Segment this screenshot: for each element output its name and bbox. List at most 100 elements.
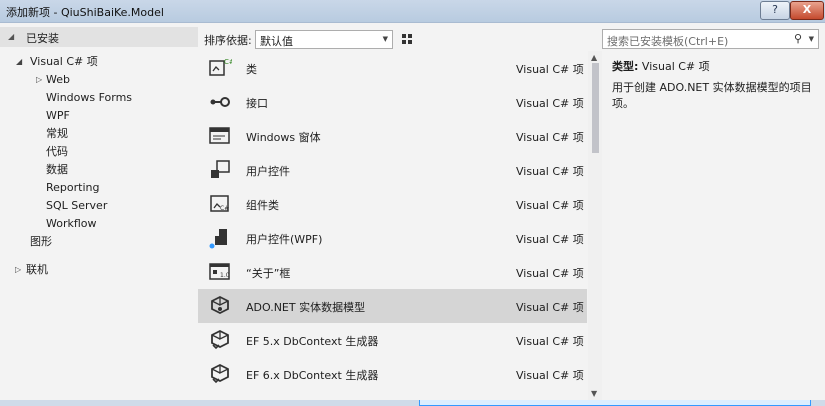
- tree-item-label: 图形: [30, 235, 52, 248]
- window-title: 添加新项 - QiuShiBaiKe.Model: [6, 6, 164, 19]
- template-row[interactable]: EF 5.x DbContext 生成器 Visual C# 项: [198, 323, 587, 357]
- tree-item-label: Visual C# 项: [30, 55, 98, 68]
- search-box[interactable]: 搜索已安装模板(Ctrl+E) ⚲ ▼: [602, 29, 819, 49]
- tree-item-label: Windows Forms: [46, 91, 133, 104]
- search-icon[interactable]: ⚲: [794, 32, 802, 45]
- template-row[interactable]: 接口 Visual C# 项: [198, 85, 587, 119]
- template-name: EF 5.x DbContext 生成器: [246, 335, 379, 348]
- close-button[interactable]: X: [790, 1, 824, 20]
- chevron-down-icon[interactable]: ▼: [809, 35, 814, 43]
- collapse-icon[interactable]: ◢: [16, 53, 22, 71]
- template-type: Visual C# 项: [516, 63, 584, 76]
- tree-item[interactable]: Windows Forms: [0, 89, 198, 107]
- template-name: “关于”框: [246, 267, 291, 280]
- tree-item-label: 联机: [26, 263, 48, 276]
- tree-item[interactable]: ▷ 联机: [0, 261, 198, 279]
- details-pane: 搜索已安装模板(Ctrl+E) ⚲ ▼ 类型: Visual C# 项 用于创建…: [602, 23, 825, 400]
- tree-item-label: Web: [46, 73, 70, 86]
- tree-item[interactable]: ◢ Visual C# 项: [0, 53, 198, 71]
- template-description: 用于创建 ADO.NET 实体数据模型的项目项。: [612, 81, 812, 110]
- tree-item[interactable]: WPF: [0, 107, 198, 125]
- template-row[interactable]: 用户控件(WPF) Visual C# 项: [198, 221, 587, 255]
- tree-item[interactable]: SQL Server: [0, 197, 198, 215]
- class-icon: C#: [208, 57, 235, 79]
- tree-item-label: WPF: [46, 109, 70, 122]
- template-name: Windows 窗体: [246, 131, 321, 144]
- template-row[interactable]: 用户控件 Visual C# 项: [198, 153, 587, 187]
- small-icons-view-button[interactable]: [398, 30, 417, 49]
- interface-icon: [208, 91, 232, 113]
- type-value: Visual C# 项: [641, 60, 710, 73]
- template-name: ADO.NET 实体数据模型: [246, 301, 366, 314]
- template-row[interactable]: EF 6.x DbContext 生成器 Visual C# 项: [198, 357, 587, 391]
- entity-model-icon: [208, 295, 232, 317]
- expand-icon[interactable]: ▷: [15, 261, 21, 279]
- windows-form-icon: [208, 125, 232, 147]
- user-control-icon: [208, 159, 232, 181]
- installed-label: 已安装: [26, 32, 59, 45]
- wpf-user-control-icon: [208, 227, 232, 249]
- tree-item-label: 常规: [46, 127, 68, 140]
- chevron-down-icon: ▼: [382, 35, 388, 43]
- template-row[interactable]: ADO.NET 实体数据模型 Visual C# 项: [198, 289, 587, 323]
- template-category-pane: ◢ 已安装 ◢ Visual C# 项 ▷ Web Windows Forms WPF 常规…: [0, 23, 198, 400]
- sort-toolbar: 排序依据: 默认值 ▼: [198, 27, 811, 406]
- tree-item[interactable]: 数据: [0, 161, 198, 179]
- template-list: C#类Visual C# 项接口Visual C# 项Windows 窗体Vis…: [198, 51, 588, 400]
- dbcontext-generator-icon: [208, 329, 232, 351]
- tree-item-label: 数据: [46, 163, 68, 176]
- scroll-up-icon[interactable]: ▲: [591, 53, 597, 62]
- template-name: 用户控件: [246, 165, 290, 178]
- template-name: 接口: [246, 97, 268, 110]
- scroll-down-icon[interactable]: ▼: [591, 389, 597, 398]
- template-row[interactable]: C# 类 Visual C# 项: [198, 51, 587, 85]
- grid-view-icon: [402, 34, 412, 44]
- svg-text:C#: C#: [220, 205, 229, 212]
- template-row[interactable]: 1.0 “关于”框 Visual C# 项: [198, 255, 587, 289]
- collapse-icon: ◢: [8, 32, 15, 41]
- template-type: Visual C# 项: [516, 233, 584, 246]
- template-type: Visual C# 项: [516, 131, 584, 144]
- template-type: Visual C# 项: [516, 335, 584, 348]
- tree-item-label: 代码: [46, 145, 68, 158]
- about-box-icon: 1.0: [208, 261, 232, 283]
- template-type: Visual C# 项: [516, 97, 584, 110]
- tree-item[interactable]: 常规: [0, 125, 198, 143]
- tree-item[interactable]: 代码: [0, 143, 198, 161]
- sort-value: 默认值: [260, 35, 293, 48]
- scroll-thumb[interactable]: [592, 63, 599, 153]
- component-class-icon: C#: [208, 193, 232, 215]
- tree-item[interactable]: 图形: [0, 233, 198, 251]
- template-name: 类: [246, 63, 257, 76]
- svg-text:1.0: 1.0: [220, 272, 230, 279]
- template-type: Visual C# 项: [516, 267, 584, 280]
- template-name: 用户控件(WPF): [246, 233, 323, 246]
- tree-item-label: Workflow: [46, 217, 97, 230]
- svg-text:C#: C#: [224, 58, 232, 66]
- template-details: 类型: Visual C# 项 用于创建 ADO.NET 实体数据模型的项目项。: [612, 58, 812, 112]
- expand-icon[interactable]: ▷: [36, 71, 42, 89]
- help-button[interactable]: ?: [760, 1, 790, 20]
- sort-dropdown[interactable]: 默认值 ▼: [255, 30, 393, 49]
- template-type: Visual C# 项: [516, 301, 584, 314]
- template-type: Visual C# 项: [516, 369, 584, 382]
- type-label: 类型:: [612, 60, 639, 73]
- tree-item-label: SQL Server: [46, 199, 108, 212]
- template-row[interactable]: C# 组件类 Visual C# 项: [198, 187, 587, 221]
- tree-item[interactable]: ▷ Web: [0, 71, 198, 89]
- tree-item-label: Reporting: [46, 181, 100, 194]
- search-placeholder: 搜索已安装模板(Ctrl+E): [607, 35, 729, 48]
- tree-item[interactable]: Reporting: [0, 179, 198, 197]
- installed-header[interactable]: ◢ 已安装: [0, 27, 198, 47]
- template-list-scrollbar[interactable]: ▲ ▼: [588, 51, 602, 400]
- title-bar: 添加新项 - QiuShiBaiKe.Model ? X: [0, 0, 825, 23]
- template-name: EF 6.x DbContext 生成器: [246, 369, 379, 382]
- template-name: 组件类: [246, 199, 279, 212]
- tree-item[interactable]: Workflow: [0, 215, 198, 233]
- template-type: Visual C# 项: [516, 199, 584, 212]
- dialog-client: ◢ 已安装 ◢ Visual C# 项 ▷ Web Windows Forms WPF 常规…: [0, 23, 825, 406]
- sort-label: 排序依据:: [204, 34, 252, 47]
- template-row[interactable]: Windows 窗体 Visual C# 项: [198, 119, 587, 153]
- template-type: Visual C# 项: [516, 165, 584, 178]
- dbcontext-generator-icon: [208, 363, 232, 385]
